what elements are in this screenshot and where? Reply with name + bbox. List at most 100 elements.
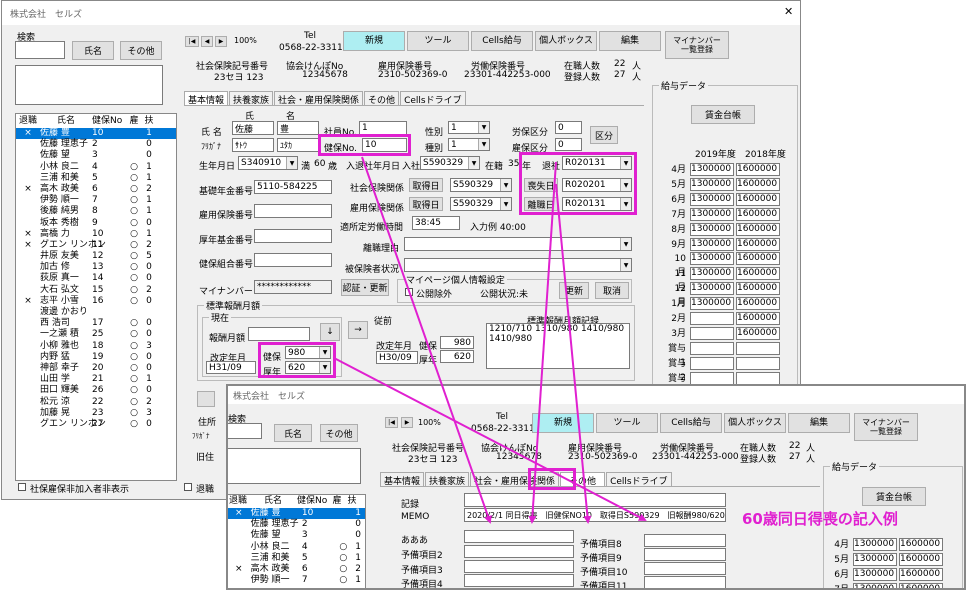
salary-value-year2[interactable]: 1600000 (736, 312, 780, 325)
prev-kounen-input[interactable]: 620 (440, 350, 474, 363)
employee-row[interactable]: 小林 良二 4 ○ 1 (228, 542, 365, 553)
overlay-search-other-button[interactable]: その他 (320, 424, 358, 442)
salary-value-year2[interactable]: 1600000 (736, 282, 780, 296)
employee-row[interactable]: 一之瀬 積 25 ○ 0 (16, 329, 176, 340)
employee-row[interactable]: 小柳 雅也 18 ○ 3 (16, 341, 176, 352)
overlay-nav-first-button[interactable]: |◀ (385, 417, 398, 428)
salary-value-year2[interactable]: 1600000 (736, 297, 780, 311)
spare-item-8-input[interactable] (644, 534, 726, 547)
salary-value-year1[interactable]: 1300000 (690, 222, 734, 236)
new-button[interactable]: 新規 (343, 31, 405, 51)
salary-value-year1[interactable]: 1300000 (690, 177, 734, 191)
pension-input[interactable]: 5110-584225 (254, 180, 332, 194)
employee-row[interactable]: 伊勢 順一 7 ○ 1 (16, 195, 176, 206)
nav-first-button[interactable]: |◀ (185, 36, 199, 47)
employee-row[interactable]: 田口 輝美 26 ○ 0 (16, 385, 176, 396)
employee-row[interactable]: 大石 弘文 15 ○ 2 (16, 285, 176, 296)
salary-value-year1[interactable]: 1300000 (690, 252, 734, 266)
chevron-down-icon[interactable]: ▼ (620, 259, 631, 271)
labor-class-input[interactable]: 0 (555, 121, 582, 134)
employee-row[interactable]: 神部 幸子 20 ○ 0 (16, 363, 176, 374)
chevron-down-icon[interactable]: ▼ (500, 179, 511, 191)
pension-fund-input[interactable] (254, 229, 332, 243)
employee-row[interactable]: × 佐藤 豊 10 1 (228, 508, 365, 520)
employ-acquire-select[interactable]: S590329 ▼ (450, 197, 512, 211)
employee-row[interactable]: 松元 涼 22 ○ 2 (16, 397, 176, 408)
birth-select[interactable]: S340910 ▼ (238, 156, 298, 170)
employee-row[interactable]: × 佐藤 豊 10 1 (16, 128, 176, 140)
tab-dependents[interactable]: 扶養家族 (229, 91, 274, 106)
employee-row[interactable]: × 高橋 力 10 ○ 1 (16, 229, 176, 240)
salary-value-year2[interactable]: 1600000 (736, 326, 780, 340)
employee-row[interactable]: 井原 友美 12 ○ 5 (16, 251, 176, 262)
mypage-cancel-button[interactable]: 取消 (595, 282, 629, 299)
overlay-employee-list[interactable]: 退職 氏名 健保No 雇 扶 × 佐藤 豊 10 1 佐藤 理恵子 2 0 佐藤 望 3 0 小林 … (228, 494, 366, 588)
mynumber-input[interactable]: ************ (254, 280, 332, 294)
salary-value-year1[interactable]: 1300000 (690, 297, 734, 311)
chevron-down-icon[interactable]: ▼ (286, 157, 297, 169)
sei-input[interactable]: 佐藤 (232, 121, 274, 135)
employee-row[interactable]: 佐藤 理恵子 2 0 (228, 519, 365, 530)
employee-list[interactable]: 退職 氏名 健保No 雇 扶 × 佐藤 豊 10 1 佐藤 理恵子 2 0 佐藤 望 3 0 小林 … (15, 113, 177, 481)
covered-button[interactable] (197, 391, 215, 407)
salary-value-year2[interactable]: 1600000 (736, 267, 780, 281)
salary-value-year1[interactable]: 1300000 (853, 568, 897, 581)
salary-value-year2[interactable]: 1600000 (736, 222, 780, 236)
salary-value-year1[interactable]: 1300000 (690, 163, 734, 176)
employee-row[interactable]: 荻原 真一 14 ○ 0 (16, 273, 176, 284)
overlay-search-input[interactable] (228, 423, 262, 439)
salary-value-year2[interactable]: 1600000 (736, 207, 780, 221)
revision-input[interactable]: H31/09 (206, 361, 256, 374)
health-union-input[interactable] (254, 253, 332, 267)
salary-value-year2[interactable]: 1600000 (736, 192, 780, 206)
nav-next-button[interactable]: ▶ (215, 36, 227, 47)
salary-value-year2[interactable]: 1600000 (736, 237, 780, 251)
salary-value-year1[interactable] (690, 341, 734, 355)
cells-salary-button[interactable]: Cells給与 (471, 31, 533, 51)
salary-value-year2[interactable]: 1600000 (736, 252, 780, 266)
employee-row[interactable]: 渡邊 かおり (16, 307, 176, 318)
spare-item-9-input[interactable] (644, 548, 726, 561)
salary-value-year1[interactable]: 1300000 (690, 267, 734, 281)
salary-value-year1[interactable] (690, 312, 734, 325)
overlay-wage-ledger-button[interactable]: 賃金台帳 (862, 487, 926, 506)
employee-row[interactable]: 加藤 晃 23 ○ 3 (16, 408, 176, 419)
retired-checkbox[interactable] (184, 483, 192, 491)
chevron-down-icon[interactable]: ▼ (620, 238, 631, 250)
nav-prev-button[interactable]: ◀ (201, 36, 213, 47)
right-arrow-button[interactable]: → (348, 321, 368, 339)
search-other-button[interactable]: その他 (120, 41, 162, 60)
spare-item-11-input[interactable] (644, 576, 726, 588)
employee-row[interactable]: × 高木 政美 6 ○ 2 (16, 184, 176, 195)
employee-row[interactable]: 後藤 純男 8 ○ 1 (16, 206, 176, 217)
spare-item-10-input[interactable] (644, 562, 726, 575)
mynumber-list-button[interactable]: マイナンバー 一覧登録 (665, 31, 729, 59)
mypage-update-button[interactable]: 更新 (559, 282, 589, 299)
close-icon[interactable]: ✕ (784, 5, 793, 18)
employee-row[interactable]: 加古 修 13 ○ 0 (16, 262, 176, 273)
monthly-input[interactable] (248, 327, 310, 341)
employee-row[interactable]: × グエン リンホン 11 ○ 2 (16, 240, 176, 251)
salary-value-year1[interactable]: 1300000 (690, 207, 734, 221)
type-select[interactable]: 1 ▼ (448, 138, 490, 151)
prev-kenpo-input[interactable]: 980 (440, 336, 474, 349)
social-acquire-select[interactable]: S590329 ▼ (450, 178, 512, 192)
gender-select[interactable]: 1 ▼ (448, 121, 490, 134)
kubun-button[interactable]: 区分 (590, 126, 618, 144)
employee-row[interactable]: 山田 学 21 ○ 1 (16, 374, 176, 385)
wage-ledger-button[interactable]: 賃金台帳 (691, 105, 755, 124)
employee-row[interactable]: × 志平 小雪 16 ○ 0 (16, 296, 176, 307)
overlay-tool-button[interactable]: ツール (596, 413, 658, 433)
personal-box-button[interactable]: 個人ボックス (535, 31, 597, 51)
salary-value-year1[interactable]: 1300000 (853, 553, 897, 566)
employee-row[interactable]: 佐藤 理恵子 2 0 (16, 139, 176, 150)
record-textarea[interactable]: 1210/710 1310/980 1410/980 1410/980 (486, 323, 630, 369)
tab-other[interactable]: その他 (364, 91, 400, 106)
search-name-button[interactable]: 氏名 (72, 41, 114, 60)
social-acquire-button[interactable]: 取得日 (409, 178, 443, 192)
employee-row[interactable]: 西 浩司 17 ○ 0 (16, 318, 176, 329)
salary-value-year1[interactable]: 1300000 (690, 192, 734, 206)
search-results[interactable] (15, 65, 163, 105)
salary-value-year2[interactable]: 1600000 (736, 177, 780, 191)
tool-button[interactable]: ツール (407, 31, 469, 51)
